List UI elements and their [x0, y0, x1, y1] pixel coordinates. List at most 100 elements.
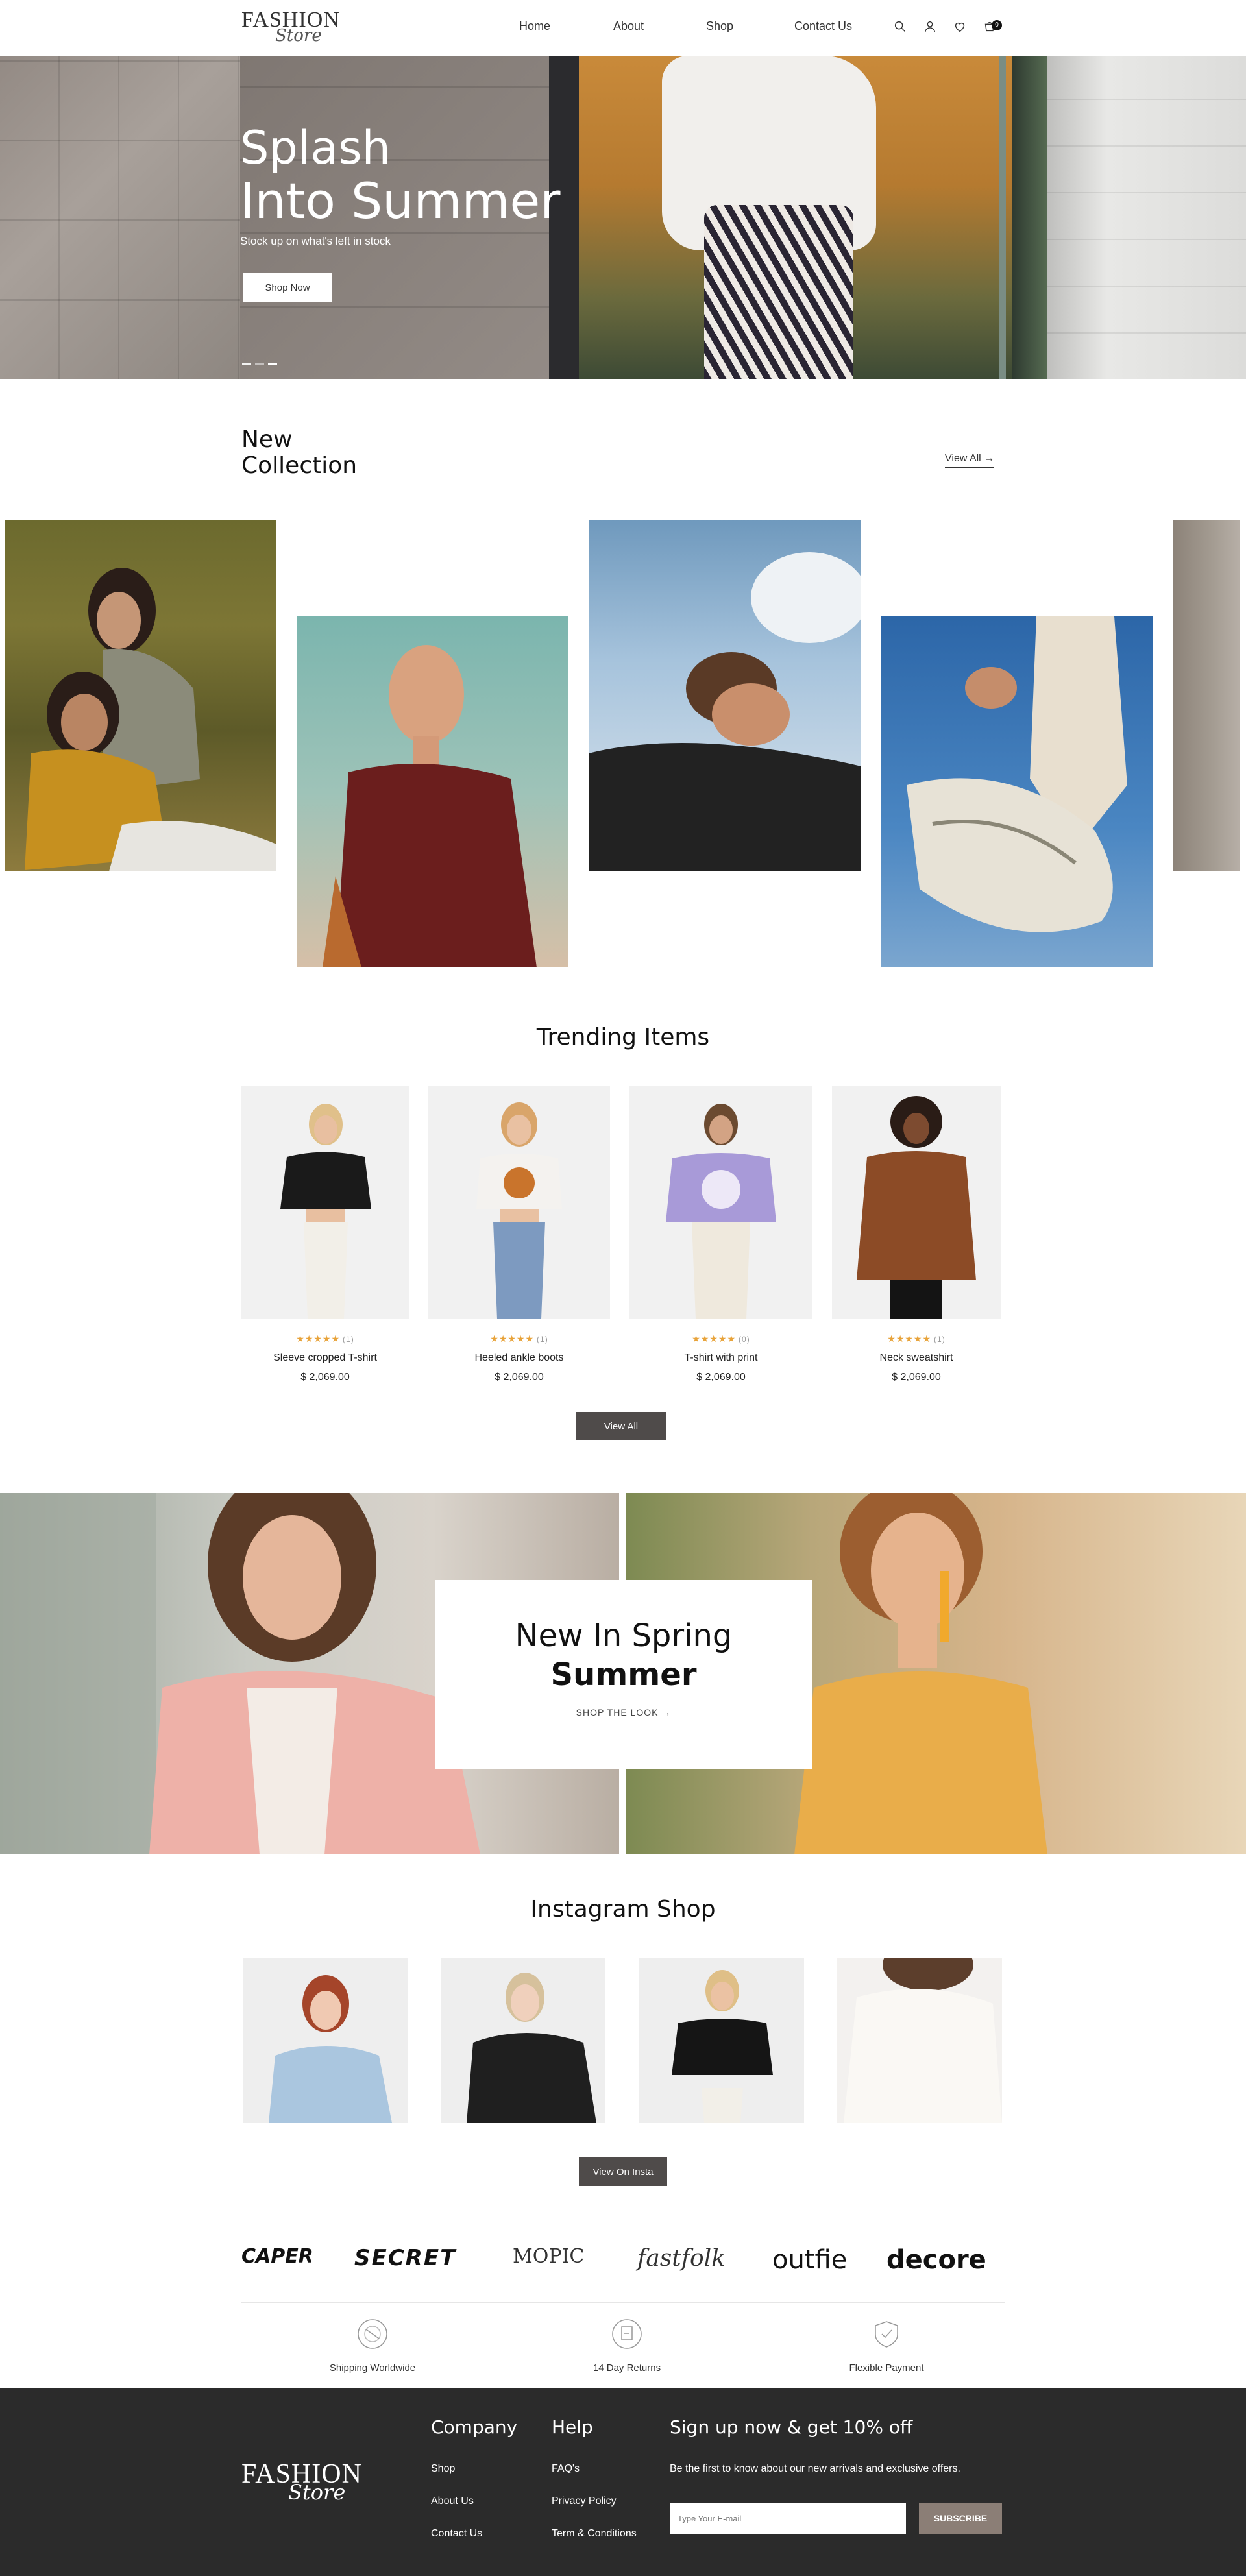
brand-logo-outfie[interactable]: outfie	[772, 2245, 847, 2275]
nav-contact-us[interactable]: Contact Us	[794, 19, 852, 33]
newsletter-text: Be the first to know about our new arriv…	[670, 2463, 960, 2474]
collection-photo-3[interactable]	[589, 520, 861, 871]
banner-title-line1: New In Spring	[515, 1618, 733, 1654]
hero-banner: Splash Into Summer Stock up on what's le…	[0, 56, 1246, 379]
footer-link-about-us[interactable]: About Us	[431, 2496, 474, 2507]
hero-background-stone	[0, 56, 240, 379]
product-rating: ★★★★★ (1)	[428, 1333, 610, 1344]
rating-stars: ★★★★★	[692, 1333, 737, 1344]
hero-model-skirt	[704, 205, 853, 379]
collection-photo-2[interactable]	[297, 616, 568, 967]
product-card[interactable]: ★★★★★ (1) Heeled ankle boots $ 2,069.00	[428, 1086, 610, 1383]
arrow-right-icon: →	[984, 453, 995, 464]
feature-label: Shipping Worldwide	[329, 2363, 416, 2374]
user-icon[interactable]	[923, 19, 937, 34]
brand-logo-decore[interactable]: decore	[886, 2245, 986, 2275]
hero-text: Splash Into Summer Stock up on what's le…	[240, 121, 561, 248]
brand-logo-fastfolk[interactable]: fastfolk	[637, 2245, 726, 2272]
banner-title-line2: Summer	[550, 1657, 697, 1693]
nav-home[interactable]: Home	[519, 19, 550, 33]
product-card[interactable]: ★★★★★ (1) Neck sweatshirt $ 2,069.00	[832, 1086, 1001, 1383]
logo-script: Store	[275, 26, 322, 45]
brand-logo-secret[interactable]: SECRET	[354, 2245, 456, 2271]
slider-dot-active[interactable]	[268, 363, 277, 365]
trending-title: Trending Items	[536, 1024, 710, 1051]
collection-photo-1[interactable]	[5, 520, 276, 871]
window-frame	[1012, 56, 1047, 379]
view-on-insta-button[interactable]: View On Insta	[579, 2157, 667, 2186]
feature-returns: 14 Day Returns	[562, 2316, 692, 2374]
product-name[interactable]: Neck sweatshirt	[832, 1352, 1001, 1364]
product-name[interactable]: Sleeve cropped T-shirt	[241, 1352, 409, 1364]
product-image[interactable]	[832, 1086, 1001, 1319]
collection-photo-2-art	[323, 645, 537, 967]
product-image[interactable]	[241, 1086, 409, 1319]
product-card[interactable]: ★★★★★ (0) T-shirt with print $ 2,069.00	[629, 1086, 812, 1383]
brand-logo-mopic[interactable]: MOPIC	[513, 2245, 584, 2268]
rating-count: (0)	[739, 1335, 750, 1344]
view-all-link[interactable]: View All →	[945, 453, 995, 468]
nav-about[interactable]: About	[613, 19, 644, 33]
newsletter-email-input[interactable]	[670, 2503, 906, 2534]
instagram-photo-1[interactable]	[243, 1958, 408, 2123]
product-name[interactable]: Heeled ankle boots	[428, 1352, 610, 1364]
instagram-photo-2[interactable]	[441, 1958, 605, 2123]
slider-dot[interactable]	[255, 363, 264, 365]
rating-stars: ★★★★★	[490, 1333, 535, 1344]
subscribe-button[interactable]: SUBSCRIBE	[919, 2503, 1002, 2534]
heart-icon[interactable]	[953, 19, 967, 34]
product-price: $ 2,069.00	[300, 1372, 350, 1383]
nav-shop[interactable]: Shop	[706, 19, 733, 33]
site-footer: FASHION Store Company Shop About Us Cont…	[0, 2388, 1246, 2576]
product-3-art	[666, 1104, 776, 1319]
site-header: FASHION Store Home About Shop Contact Us…	[0, 0, 1246, 56]
cart-count-badge: 0	[992, 20, 1002, 30]
returns-icon	[612, 2319, 642, 2349]
rating-count: (1)	[934, 1335, 946, 1344]
collection-photo-4[interactable]	[881, 616, 1153, 967]
feature-label: 14 Day Returns	[592, 2363, 661, 2374]
footer-link-shop[interactable]: Shop	[431, 2463, 455, 2475]
product-image[interactable]	[629, 1086, 812, 1319]
shop-the-look-link[interactable]: SHOP THE LOOK →	[435, 1707, 812, 1718]
title-line: New	[241, 426, 293, 453]
product-price: $ 2,069.00	[696, 1372, 746, 1383]
product-rating: ★★★★★ (1)	[832, 1333, 1001, 1344]
product-image[interactable]	[428, 1086, 610, 1319]
rating-stars: ★★★★★	[296, 1333, 341, 1344]
shop-now-button[interactable]: Shop Now	[243, 273, 332, 302]
new-collection-title: New Collection	[241, 427, 357, 479]
collection-photo-5[interactable]	[1173, 520, 1240, 871]
ig-1-art	[269, 1975, 392, 2123]
divider	[241, 2302, 1005, 2303]
product-card[interactable]: ★★★★★ (1) Sleeve cropped T-shirt $ 2,069.…	[241, 1086, 409, 1383]
instagram-photo-3[interactable]	[639, 1958, 804, 2123]
footer-link-privacy[interactable]: Privacy Policy	[552, 2496, 617, 2507]
feature-shipping: Shipping Worldwide	[308, 2316, 437, 2374]
instagram-photo-4[interactable]	[837, 1958, 1002, 2123]
hero-column	[1047, 56, 1246, 379]
window-frame	[999, 56, 1006, 379]
rating-stars: ★★★★★	[887, 1333, 932, 1344]
site-logo[interactable]: FASHION Store	[241, 9, 345, 48]
feature-payment: Flexible Payment	[822, 2316, 951, 2374]
collection-photo-3-art	[589, 552, 861, 871]
footer-link-terms[interactable]: Term & Conditions	[552, 2528, 637, 2540]
product-name[interactable]: T-shirt with print	[629, 1352, 812, 1364]
product-rating: ★★★★★ (1)	[241, 1333, 409, 1344]
slider-dot[interactable]	[242, 363, 251, 365]
trending-view-all-button[interactable]: View All	[576, 1412, 666, 1440]
footer-link-faqs[interactable]: FAQ's	[552, 2463, 580, 2475]
footer-logo[interactable]: FASHION Store	[241, 2461, 362, 2505]
title-line: Collection	[241, 452, 358, 479]
footer-link-contact-us[interactable]: Contact Us	[431, 2528, 482, 2540]
logo-script: Store	[288, 2480, 346, 2505]
ig-4-art	[844, 1958, 1002, 2123]
rating-count: (1)	[343, 1335, 354, 1344]
newsletter-title: Sign up now & get 10% off	[670, 2416, 913, 2438]
search-icon[interactable]	[893, 19, 907, 34]
product-4-art	[857, 1096, 976, 1319]
brand-logo-caper[interactable]: CAPER	[241, 2245, 313, 2268]
page: FASHION Store Home About Shop Contact Us…	[0, 0, 1246, 2576]
view-all-label: View All	[945, 453, 981, 464]
